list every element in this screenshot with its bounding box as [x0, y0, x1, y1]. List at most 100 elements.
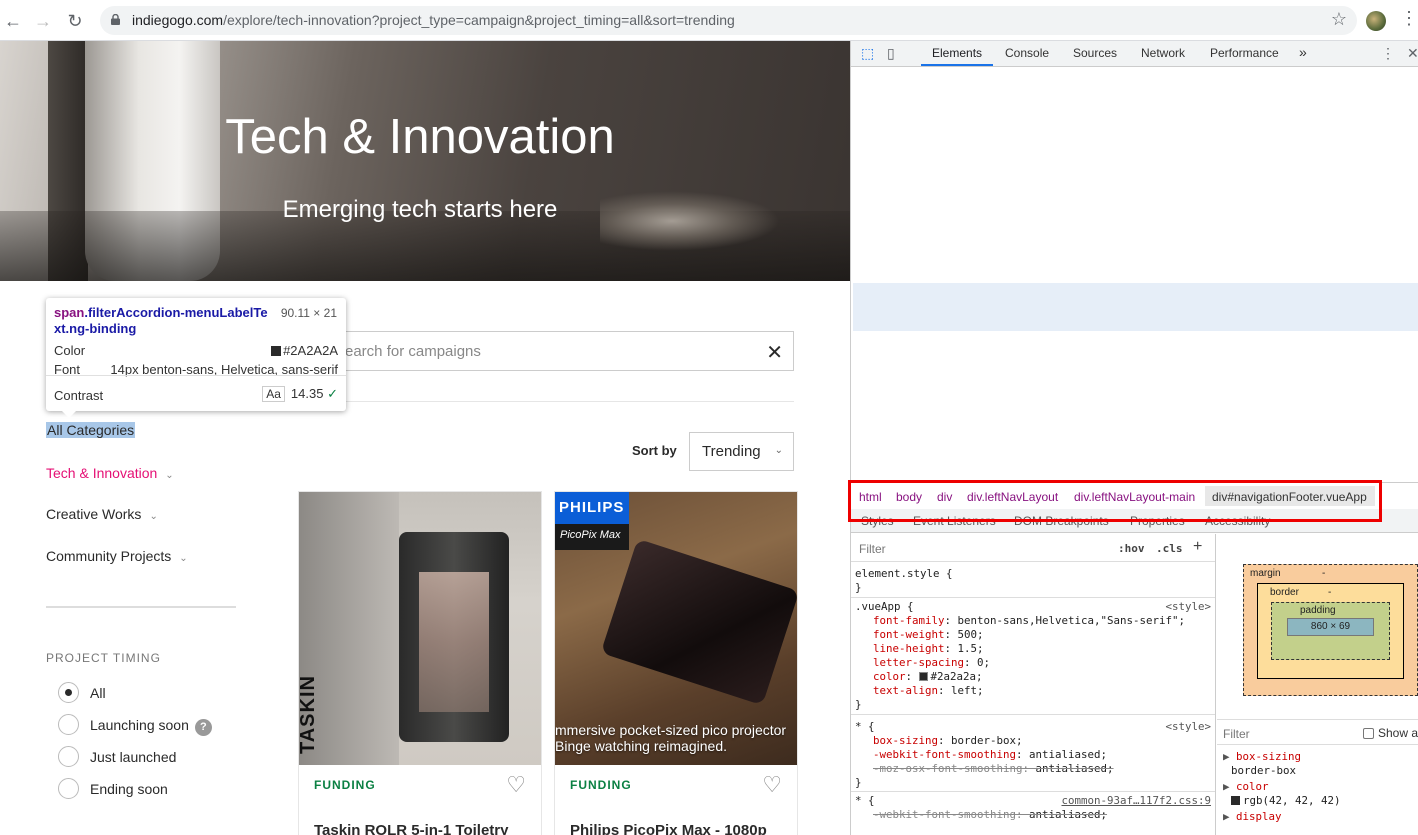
styles-filter-input[interactable]: Filter: [859, 542, 886, 556]
campaign-image[interactable]: TASKIN: [299, 492, 541, 765]
timing-radio-launching-soon[interactable]: [58, 714, 79, 735]
css-property[interactable]: text-align: left;: [873, 684, 984, 697]
show-all-checkbox[interactable]: [1363, 728, 1374, 739]
devtools-tabbar: ⬚ ▯ Elements Console Sources Network Per…: [851, 41, 1418, 67]
sort-label: Sort by: [632, 443, 677, 458]
css-property[interactable]: color: #2a2a2a;: [873, 670, 983, 683]
css-property[interactable]: line-height: 1.5;: [873, 642, 984, 655]
computed-property[interactable]: ▶ color: [1223, 780, 1269, 793]
timing-radio-just-launched[interactable]: [58, 746, 79, 767]
tab-properties[interactable]: Properties: [1130, 514, 1185, 528]
box-model-margin: margin - border - padding 860 × 69: [1243, 564, 1418, 696]
timing-label-launching-soon: Launching soon?: [90, 717, 212, 736]
tab-network[interactable]: Network: [1141, 46, 1185, 60]
breadcrumb-item-selected[interactable]: div#navigationFooter.vueApp: [1212, 490, 1367, 504]
inspect-tooltip: span.filterAccordion-menuLabelTe xt.ng-b…: [46, 298, 346, 418]
reload-icon[interactable]: ↻: [62, 8, 88, 34]
url-path: /explore/tech-innovation?project_type=ca…: [223, 12, 735, 28]
tab-sources[interactable]: Sources: [1073, 46, 1117, 60]
category-tech-innovation[interactable]: Tech & Innovation ⌄: [46, 465, 174, 481]
url-text: indiegogo.com/explore/tech-innovation?pr…: [132, 12, 735, 28]
breadcrumb-item[interactable]: div: [937, 490, 952, 504]
box-model-content: 860 × 69: [1287, 618, 1374, 636]
close-icon[interactable]: ✕: [1407, 45, 1418, 62]
browser-menu-icon[interactable]: ⋮: [1400, 8, 1418, 29]
computed-property[interactable]: ▶ display: [1223, 810, 1282, 823]
devtools-menu-icon[interactable]: ⋮: [1381, 45, 1395, 62]
breadcrumb: html body div div.leftNavLayout div.left…: [851, 482, 1418, 508]
help-icon[interactable]: ?: [194, 719, 212, 736]
divider: [851, 714, 1215, 715]
category-community-projects[interactable]: Community Projects ⌄: [46, 548, 188, 564]
image-bag-contents: [419, 572, 489, 712]
rule-source-link[interactable]: common-93af…117f2.css:9: [1061, 794, 1211, 807]
rule-source-link[interactable]: <style>: [1165, 600, 1211, 613]
project-timing-heading: PROJECT TIMING: [46, 651, 161, 665]
tab-dom-breakpoints[interactable]: DOM Breakpoints: [1014, 514, 1109, 528]
hov-toggle[interactable]: :hov: [1118, 542, 1145, 555]
address-bar[interactable]: indiegogo.com/explore/tech-innovation?pr…: [100, 6, 1357, 35]
check-icon: ✓: [327, 386, 338, 401]
heart-icon[interactable]: ♡: [506, 772, 526, 798]
rule-source-link[interactable]: <style>: [1165, 720, 1211, 733]
inspect-element-icon[interactable]: ⬚: [861, 45, 874, 62]
search-placeholder: earch for campaigns: [345, 343, 481, 360]
tab-performance[interactable]: Performance: [1210, 46, 1279, 60]
divider: [851, 597, 1215, 598]
search-input[interactable]: earch for campaigns ✕: [330, 331, 794, 371]
url-host: indiegogo.com: [132, 12, 224, 28]
star-selector[interactable]: * {: [855, 794, 875, 807]
divider: [330, 401, 794, 402]
category-creative-works[interactable]: Creative Works ⌄: [46, 506, 158, 522]
campaign-image[interactable]: PHILIPS PicoPix Max mmersive pocket-size…: [555, 492, 797, 765]
computed-property[interactable]: ▶ box-sizing: [1223, 750, 1301, 763]
dom-tree: <div class=class="av">"exploreFilter-hea…: [851, 68, 1418, 481]
element-style-rule[interactable]: element.style {: [855, 567, 953, 580]
sort-select[interactable]: Trending ⌄: [689, 432, 794, 471]
vueapp-selector[interactable]: .vueApp {: [855, 600, 914, 613]
bookmark-star-icon[interactable]: ☆: [1331, 9, 1347, 30]
browser-toolbar: ← → ↻ indiegogo.com/explore/tech-innovat…: [0, 0, 1418, 41]
profile-avatar[interactable]: [1366, 11, 1386, 31]
tab-styles[interactable]: Styles: [861, 514, 894, 528]
css-property[interactable]: -moz-osx-font-smoothing: antialiased;: [873, 762, 1114, 775]
css-property[interactable]: box-sizing: border-box;: [873, 734, 1023, 747]
css-property[interactable]: -webkit-font-smoothing: antialiased;: [873, 748, 1107, 761]
css-property[interactable]: font-weight: 500;: [873, 628, 984, 641]
star-selector[interactable]: * {: [855, 720, 875, 733]
chevron-down-icon: ⌄: [179, 553, 188, 564]
forward-arrow-icon[interactable]: →: [30, 8, 56, 34]
css-property[interactable]: font-family: benton-sans,Helvetica,"Sans…: [873, 614, 1185, 627]
back-arrow-icon[interactable]: ←: [0, 8, 26, 34]
css-property[interactable]: letter-spacing: 0;: [873, 656, 990, 669]
device-toolbar-icon[interactable]: ▯: [887, 45, 895, 62]
heart-icon[interactable]: ♡: [762, 772, 782, 798]
clear-search-icon[interactable]: ✕: [766, 340, 783, 365]
all-categories-filter[interactable]: All Categories: [46, 422, 136, 438]
timing-radio-all[interactable]: [58, 682, 79, 703]
breadcrumb-item[interactable]: div.leftNavLayout: [967, 490, 1058, 504]
more-tabs-icon[interactable]: »: [1299, 44, 1307, 60]
campaign-title[interactable]: Taskin ROLR 5-in-1 Toiletry: [314, 822, 508, 835]
tab-elements[interactable]: Elements: [932, 46, 982, 60]
campaign-title[interactable]: Philips PicoPix Max - 1080p: [570, 822, 767, 835]
timing-label-just-launched: Just launched: [90, 749, 177, 765]
add-rule-icon[interactable]: +: [1193, 538, 1202, 556]
timing-radio-ending-soon[interactable]: [58, 778, 79, 799]
tab-event-listeners[interactable]: Event Listeners: [913, 514, 996, 528]
margin-label: margin: [1250, 568, 1281, 579]
computed-filter-input[interactable]: Filter: [1223, 727, 1250, 741]
tab-console[interactable]: Console: [1005, 46, 1049, 60]
tooltip-color-label: Color: [54, 343, 86, 358]
category-label: Tech & Innovation: [46, 465, 158, 481]
active-tab-underline: [921, 64, 993, 66]
breadcrumb-item[interactable]: div.leftNavLayout-main: [1074, 490, 1195, 504]
campaign-card[interactable]: TASKIN FUNDING ♡ Taskin ROLR 5-in-1 Toil…: [298, 491, 542, 835]
cls-toggle[interactable]: .cls: [1156, 542, 1183, 555]
css-property[interactable]: -webkit-font-smoothing: antialiased;: [873, 808, 1107, 821]
tab-accessibility[interactable]: Accessibility: [1205, 514, 1270, 528]
breadcrumb-item[interactable]: body: [896, 490, 922, 504]
box-model-pane: margin - border - padding 860 × 69 Filte…: [1217, 534, 1418, 835]
campaign-card[interactable]: PHILIPS PicoPix Max mmersive pocket-size…: [554, 491, 798, 835]
breadcrumb-item[interactable]: html: [859, 490, 882, 504]
